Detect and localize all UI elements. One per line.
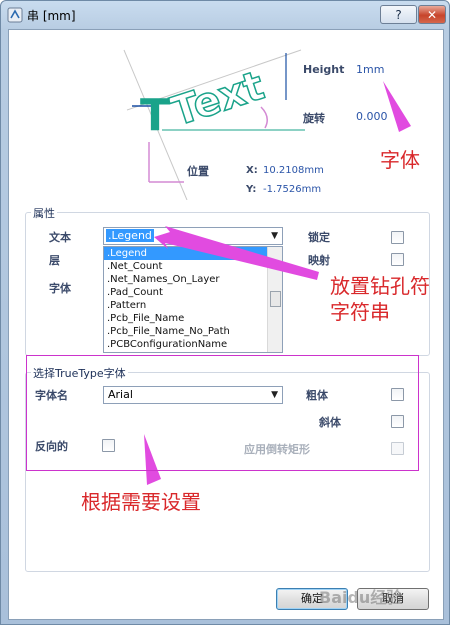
annotation-highlight-box <box>26 355 419 471</box>
annotation-place-note-line2: 字符串 <box>330 300 390 324</box>
annotation-place-note-line1: 放置钻孔符 <box>330 274 430 298</box>
annotation-arrow <box>154 226 319 280</box>
dialog-window: 串 [mm] ? ✕ Text T Height 1mm 旋转 0.000 位置… <box>0 0 450 625</box>
annotation-settings-note: 根据需要设置 <box>81 490 201 514</box>
annotation-arrow <box>383 81 411 132</box>
annotation-place-note: 放置钻孔符 字符串 <box>330 273 430 325</box>
annotation-font-note: 字体 <box>380 148 420 172</box>
watermark: Baidu经验 <box>319 588 403 607</box>
